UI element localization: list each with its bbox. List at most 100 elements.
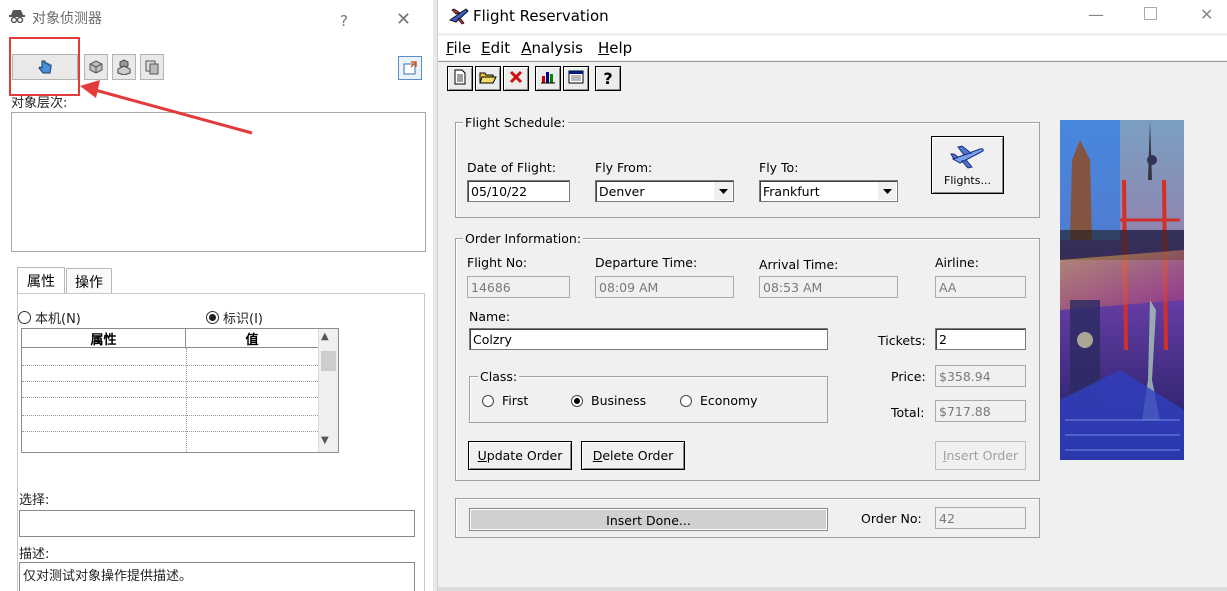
pin-window-icon: [402, 60, 418, 76]
scroll-down-icon[interactable]: ▼: [321, 435, 329, 446]
arrival-time-field: 08:53 AM: [759, 276, 898, 298]
properties-grid[interactable]: 属性 值 ▲ ▼: [21, 328, 339, 453]
spy-logo-icon: [8, 9, 26, 27]
fly-from-value: Denver: [599, 184, 645, 199]
radio-identity[interactable]: 标识(I): [206, 308, 263, 327]
help-button[interactable]: ?: [340, 12, 348, 30]
class-business-circle: [571, 394, 583, 407]
copy-icon: [144, 59, 160, 75]
table-row: [22, 365, 318, 366]
copy-object-button[interactable]: [140, 54, 164, 80]
insert-order-button[interactable]: Insert Order: [935, 441, 1026, 470]
airline-label: Airline:: [935, 255, 979, 270]
select-label: 选择:: [19, 493, 50, 508]
stacked-cubes-icon: [116, 59, 132, 75]
arrival-time-label: Arrival Time:: [759, 257, 839, 272]
grid-header-value: 值: [186, 329, 318, 348]
highlight-box: [9, 37, 80, 96]
scroll-thumb[interactable]: [321, 351, 336, 371]
date-of-flight-input[interactable]: 05/10/22: [467, 180, 570, 202]
new-order-button[interactable]: [447, 66, 473, 91]
tab-operations[interactable]: 操作: [66, 268, 112, 294]
grid-scrollbar[interactable]: ▲ ▼: [318, 329, 338, 452]
flight-no-label: Flight No:: [467, 255, 528, 270]
fr-close-button[interactable]: ✕: [1200, 5, 1213, 24]
flight-reservation-window: Flight Reservation — ✕ File Edit Analysi…: [437, 0, 1227, 591]
fly-to-select[interactable]: Frankfurt: [759, 180, 898, 202]
class-first-radio[interactable]: First: [482, 393, 528, 408]
maximize-button[interactable]: [1144, 7, 1157, 20]
menu-analysis[interactable]: Analysis: [521, 39, 583, 57]
minimize-button[interactable]: —: [1088, 5, 1104, 24]
select-field[interactable]: [19, 510, 415, 537]
chevron-down-icon[interactable]: [878, 182, 896, 200]
object-spy-titlebar: 对象侦测器: [8, 6, 102, 30]
flights-button[interactable]: Flights...: [931, 136, 1004, 194]
grid-column-divider: [186, 348, 187, 452]
fr-title: Flight Reservation: [473, 7, 609, 25]
help-toolbar-button[interactable]: ?: [595, 66, 621, 91]
object-spy-title: 对象侦测器: [32, 11, 102, 27]
class-economy-radio[interactable]: Economy: [680, 393, 758, 408]
departure-time-label: Departure Time:: [595, 255, 698, 270]
tab-operations-label: 操作: [75, 274, 103, 291]
flight-schedule-title: Flight Schedule:: [463, 115, 568, 130]
object-hierarchy-tree[interactable]: [11, 112, 426, 252]
scroll-up-icon[interactable]: ▲: [321, 331, 329, 342]
name-input[interactable]: Colzry: [469, 328, 828, 350]
tickets-input[interactable]: 2: [935, 328, 1026, 350]
class-first-label: First: [502, 393, 529, 408]
delete-order-button[interactable]: [503, 66, 529, 91]
table-row: [22, 415, 318, 416]
status-progress-bar: Insert Done...: [469, 508, 828, 531]
tab-divider: [17, 293, 425, 294]
menu-file[interactable]: File: [446, 39, 471, 57]
flights-button-label: Flights...: [944, 174, 991, 187]
departure-time-field: 08:09 AM: [595, 276, 734, 298]
menu-edit[interactable]: Edit: [481, 39, 510, 57]
description-text: 仅对测试对象操作提供描述。: [23, 569, 193, 584]
radio-local-label: 本机(N): [35, 312, 81, 327]
fly-from-select[interactable]: Denver: [595, 180, 734, 202]
delete-order-icon: [509, 70, 523, 88]
class-economy-circle: [680, 394, 692, 407]
name-label: Name:: [469, 309, 511, 324]
date-of-flight-label: Date of Flight:: [467, 160, 556, 175]
update-order-button[interactable]: Update Order: [468, 441, 572, 470]
price-field: $358.94: [935, 365, 1026, 387]
table-row: [22, 431, 318, 432]
hierarchy-label: 对象层次:: [11, 96, 68, 111]
open-order-button[interactable]: [475, 66, 501, 91]
delete-order-form-button[interactable]: Delete Order: [581, 441, 685, 470]
chevron-down-icon[interactable]: [714, 182, 732, 200]
description-box[interactable]: 仅对测试对象操作提供描述。: [19, 562, 415, 591]
help-icon: ?: [603, 69, 613, 88]
menu-bar: File Edit Analysis Help: [438, 36, 1227, 60]
class-title: Class:: [478, 369, 520, 384]
order-information-title: Order Information:: [463, 231, 584, 246]
graph-button[interactable]: [535, 66, 561, 91]
tab-properties[interactable]: 属性: [17, 267, 65, 294]
menu-help[interactable]: Help: [598, 39, 632, 57]
flight-no-field: 14686: [467, 276, 570, 298]
fly-to-value: Frankfurt: [763, 184, 820, 199]
table-row: [22, 397, 318, 398]
window-bottom-edge: [438, 587, 1227, 591]
object-spy-window: 对象侦测器 ? ✕ 对象层次: 属性 操作 本机(N) 标识(I) 属性 值 ▲…: [0, 0, 435, 591]
report-button[interactable]: [563, 66, 589, 91]
object-button[interactable]: [84, 54, 108, 80]
airline-field: AA: [935, 276, 1026, 298]
total-label: Total:: [891, 405, 925, 420]
cube-icon: [88, 59, 104, 75]
class-business-radio[interactable]: Business: [571, 393, 646, 408]
close-button[interactable]: ✕: [396, 9, 411, 30]
object-hierarchy-button[interactable]: [112, 54, 136, 80]
keep-on-top-button[interactable]: [398, 56, 422, 80]
airplane-logo-icon: [448, 6, 470, 30]
radio-local[interactable]: 本机(N): [18, 308, 81, 327]
new-order-icon: [453, 69, 467, 89]
menu-separator: [438, 61, 1227, 62]
graph-icon: [540, 70, 556, 88]
class-economy-label: Economy: [700, 393, 758, 408]
class-business-label: Business: [591, 393, 647, 408]
